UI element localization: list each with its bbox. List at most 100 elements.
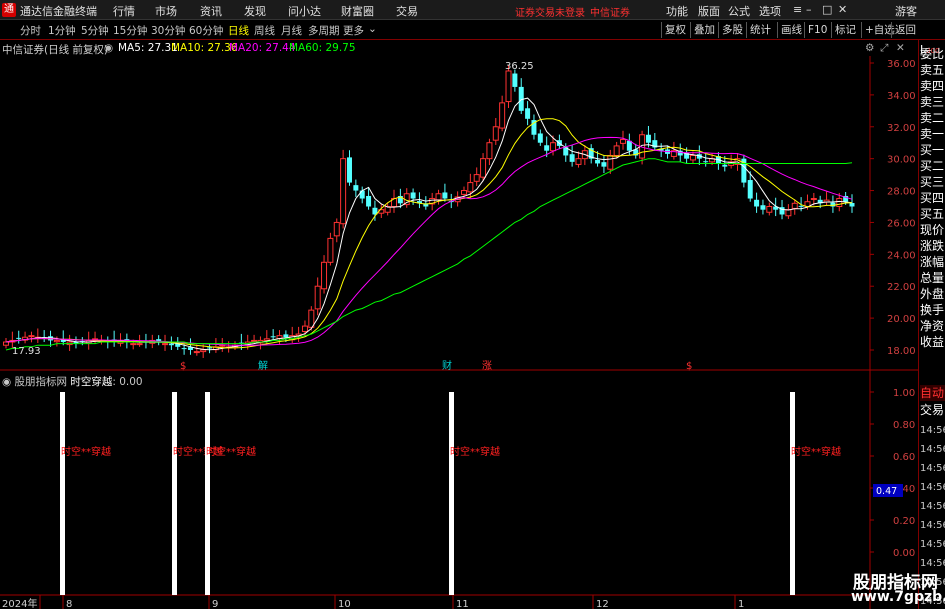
- login-warning[interactable]: 证券交易未登录: [515, 4, 585, 19]
- tick-time: 14:56: [920, 539, 945, 550]
- restore-icon[interactable]: □: [822, 3, 832, 16]
- tool-f10[interactable]: F10: [804, 22, 830, 38]
- menu-quotes[interactable]: 行情: [113, 3, 135, 19]
- menu-options[interactable]: 选项: [759, 3, 781, 19]
- tool-mark[interactable]: 标记: [831, 22, 859, 38]
- menu-lines-icon[interactable]: ≡: [793, 3, 802, 16]
- menu-news[interactable]: 资讯: [200, 3, 222, 19]
- tool-overlay[interactable]: 叠加: [690, 22, 718, 38]
- period-30min[interactable]: 30分钟: [151, 23, 185, 38]
- menu-trade[interactable]: 交易: [396, 3, 418, 19]
- candle-body: [270, 336, 276, 338]
- price-axis: 36.00 34.00 32.00 30.00 28.00 26.00 24.00 22.00…: [887, 59, 916, 357]
- ma60-line: [5, 158, 853, 351]
- candle-body: [607, 154, 614, 170]
- candle-body: [791, 202, 798, 209]
- candle-body: [480, 158, 487, 178]
- auto-label[interactable]: 自动: [920, 385, 945, 401]
- candle-body: [689, 154, 696, 161]
- candle-body: [512, 73, 518, 87]
- event-marker[interactable]: 涨: [482, 360, 492, 372]
- price-tick-label: 26.00: [887, 218, 916, 229]
- price-tick-label: 34.00: [887, 91, 916, 102]
- tick-time: 14:56: [920, 482, 945, 493]
- minimize-icon[interactable]: –: [806, 3, 812, 16]
- date-label: 2024年: [2, 597, 37, 609]
- menu-formula[interactable]: 公式: [728, 3, 750, 19]
- period-60min[interactable]: 60分钟: [189, 23, 223, 38]
- menu-layout[interactable]: 版面: [698, 3, 720, 19]
- quote-label: 收益: [920, 335, 945, 349]
- tool-back[interactable]: 返回: [891, 22, 919, 38]
- indicator-tick-label: 0.60: [893, 452, 915, 463]
- signal-bar: [449, 392, 454, 595]
- period-fenshi[interactable]: 分时: [20, 23, 41, 38]
- candle-body: [200, 349, 207, 353]
- candle-body: [836, 198, 843, 207]
- candle-body: [28, 335, 35, 338]
- period-more[interactable]: 更多: [343, 23, 364, 38]
- candle-body: [359, 190, 365, 199]
- event-marker[interactable]: 财: [442, 359, 452, 372]
- period-toolbar: 分时 1分钟 5分钟 15分钟 30分钟 60分钟 日线 周线 月线 多周期 更…: [0, 20, 945, 40]
- ma5-line: [5, 97, 853, 351]
- tool-multistock[interactable]: 多股: [718, 22, 746, 38]
- low-price-label: 17.93: [12, 346, 41, 357]
- trade-label[interactable]: 交易: [920, 402, 945, 418]
- event-marker[interactable]: 解: [258, 359, 268, 372]
- period-monthly[interactable]: 月线: [281, 23, 302, 38]
- candle-body: [601, 162, 607, 167]
- candle-body: [308, 309, 315, 328]
- candle-body: [53, 339, 60, 343]
- quote-label: 净资: [920, 319, 945, 333]
- candle-body: [136, 343, 143, 346]
- indicator-axis: 1.000.800.600.400.200.00: [870, 388, 915, 559]
- tool-draw[interactable]: 画线: [777, 22, 805, 38]
- tick-time: 14:56: [920, 501, 945, 512]
- signal-label: 时空**穿越: [206, 445, 256, 458]
- candle-body: [499, 102, 506, 129]
- price-tick-label: 30.00: [887, 155, 916, 166]
- signal-label: 时空**穿越: [450, 445, 500, 458]
- candle-body: [785, 209, 792, 217]
- price-tick-label: 28.00: [887, 187, 916, 198]
- period-15min[interactable]: 15分钟: [113, 23, 147, 38]
- quote-label: 卖三: [920, 95, 945, 109]
- candle-body: [569, 154, 575, 162]
- price-tick-label: 20.00: [887, 314, 916, 325]
- period-1min[interactable]: 1分钟: [48, 23, 76, 38]
- menu-wealth[interactable]: 财富圈: [341, 3, 374, 19]
- signal-bar: [172, 392, 177, 595]
- menu-market[interactable]: 市场: [155, 3, 177, 19]
- period-daily[interactable]: 日线: [228, 23, 249, 38]
- period-5min[interactable]: 5分钟: [81, 23, 109, 38]
- menu-discover[interactable]: 发现: [244, 3, 266, 19]
- main-chart[interactable]: 36.00 34.00 32.00 30.00 28.00 26.00 24.00 22.00…: [0, 40, 918, 609]
- quote-label: 买五: [920, 207, 945, 221]
- period-weekly[interactable]: 周线: [254, 23, 275, 38]
- chevron-down-icon[interactable]: ⌄: [368, 23, 377, 35]
- candle-body: [321, 261, 328, 290]
- candle-body: [486, 142, 493, 160]
- guest-label[interactable]: 游客: [895, 3, 917, 19]
- menu-function[interactable]: 功能: [666, 3, 688, 19]
- candle-body: [301, 325, 308, 333]
- current-value-label: 0.47: [876, 486, 897, 497]
- tool-fuquan[interactable]: 复权: [661, 22, 689, 38]
- indicator-settings-icon[interactable]: ◉: [2, 376, 15, 388]
- event-marker[interactable]: $: [180, 361, 186, 372]
- indicator-name: 时空穿越: [70, 376, 113, 388]
- event-marker[interactable]: $: [686, 361, 692, 372]
- close-icon[interactable]: ✕: [838, 3, 847, 16]
- candle-body: [460, 190, 467, 195]
- candle-body: [366, 195, 372, 207]
- period-multi[interactable]: 多周期: [308, 23, 340, 38]
- candle-body: [492, 126, 499, 141]
- tool-stats[interactable]: 统计: [746, 22, 774, 38]
- quote-label: 外盘: [920, 287, 945, 301]
- menu-wenxiaoda[interactable]: 问小达: [288, 3, 321, 19]
- quote-label: 委比: [920, 47, 945, 61]
- candle-body: [525, 108, 531, 119]
- indicator-title: ◉ 股朋指标网 时空穿越: 0.00: [2, 376, 143, 388]
- signal-bar: [790, 392, 795, 595]
